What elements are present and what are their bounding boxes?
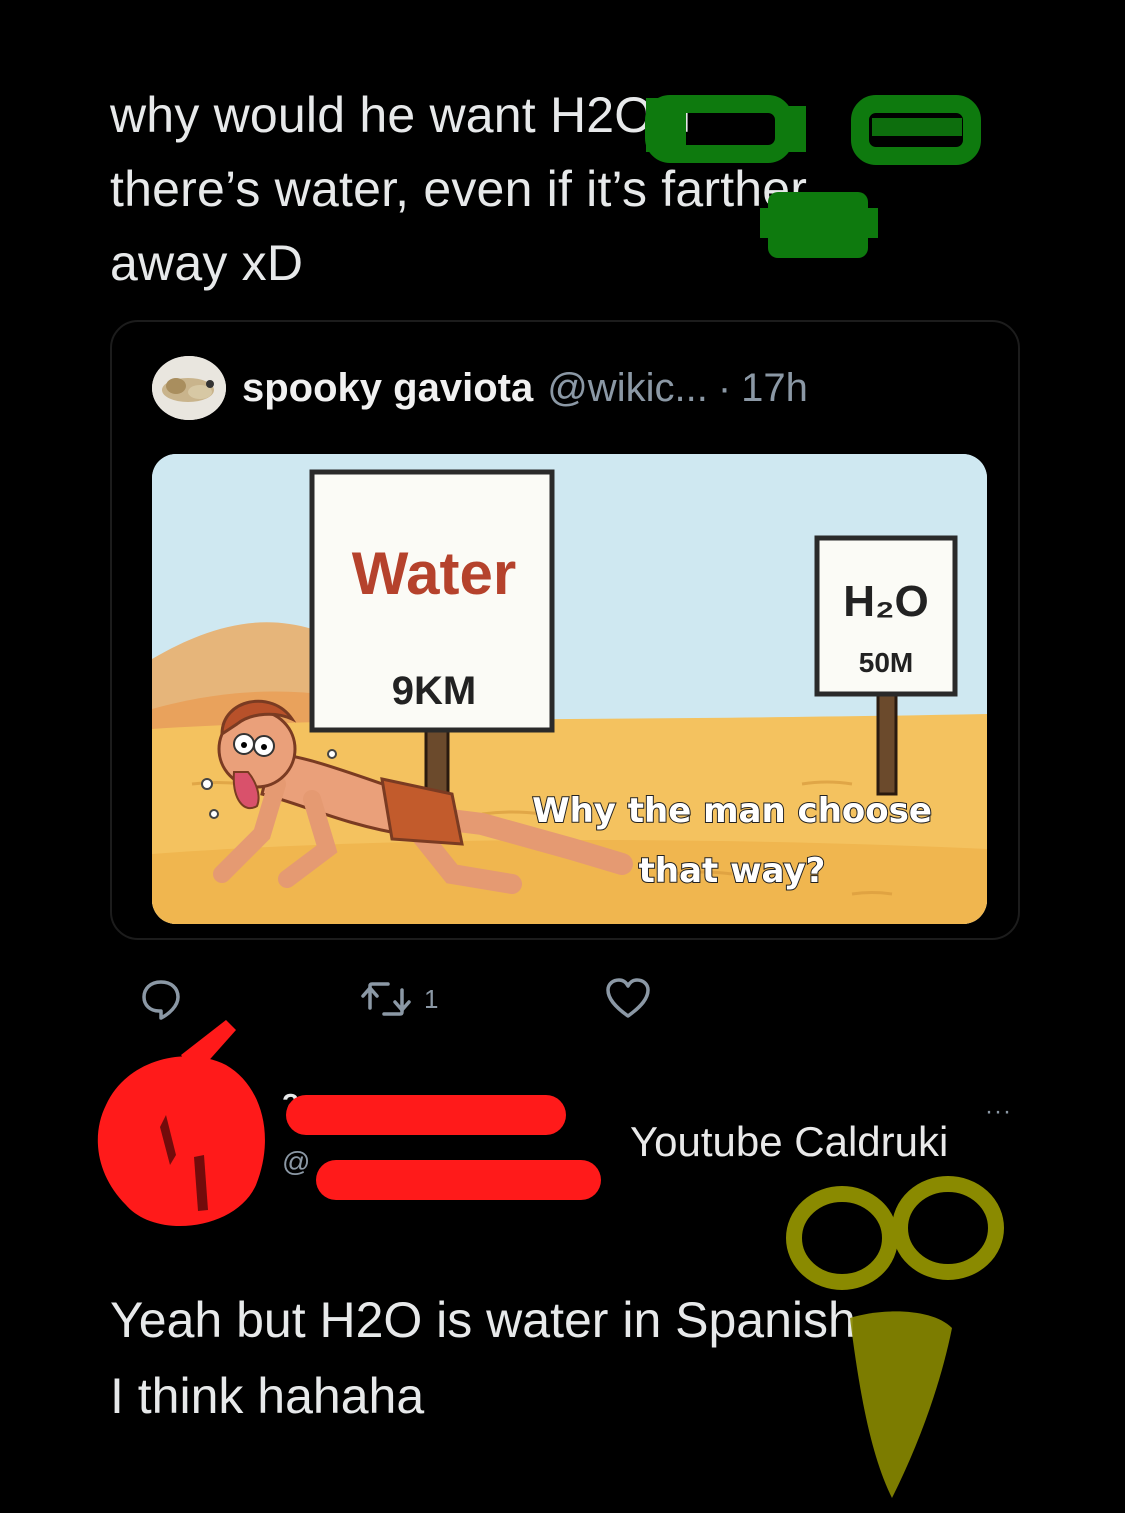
- separator-dot: ·: [717, 365, 732, 410]
- retweet-icon: [361, 982, 411, 1016]
- retweet-count: 1: [424, 983, 439, 1014]
- quoted-tweet-header: spooky gaviota @wikic... · 17h: [152, 356, 808, 420]
- meme-caption-line-1: Why the man choose: [532, 791, 932, 831]
- author-name[interactable]: spooky gaviota: [242, 366, 533, 411]
- reply-author-name[interactable]: ?: [282, 1088, 299, 1120]
- reply-author-handle[interactable]: @: [282, 1146, 310, 1178]
- author-avatar[interactable]: [152, 356, 226, 420]
- retweet-button[interactable]: 1: [360, 976, 438, 1022]
- tweet-text-line-2: there’s water, even if it’s farther: [110, 161, 808, 217]
- post-time: 17h: [741, 365, 808, 410]
- tweet-actions-bar: 1: [0, 970, 1125, 1030]
- quoted-tweet-card[interactable]: spooky gaviota @wikic... · 17h Water 9KM: [110, 320, 1020, 940]
- reply-author[interactable]: ? @: [282, 1088, 612, 1198]
- like-button[interactable]: [604, 976, 652, 1022]
- heart-icon: [606, 978, 650, 1018]
- reply-button[interactable]: [138, 976, 184, 1022]
- more-options-icon[interactable]: ···: [985, 1098, 1012, 1126]
- reply-icon: [142, 980, 180, 1020]
- reply-text-line-1: Yeah but H2O is water in Spanish: [110, 1292, 856, 1348]
- meme-caption-line-2: that way?: [639, 851, 826, 891]
- sign-right-title: H₂O: [843, 577, 929, 626]
- sign-left-distance: 9KM: [392, 669, 476, 713]
- sign-right-distance: 50M: [859, 647, 913, 678]
- tweet-text: why would he want H2O if there’s water, …: [110, 78, 990, 300]
- meme-image[interactable]: Water 9KM H₂O 50M Why the man choose tha…: [152, 454, 987, 924]
- watermark-text: Youtube Caldruki: [630, 1118, 949, 1165]
- sign-left-title: Water: [352, 540, 516, 607]
- author-handle[interactable]: @wikic...: [547, 366, 708, 411]
- reply-text: Yeah but H2O is water in Spanish I think…: [110, 1282, 1030, 1434]
- tweet-text-line-1: why would he want H2O if: [110, 87, 693, 143]
- tweet-text-line-3: away xD: [110, 235, 304, 291]
- reply-text-line-2: I think hahaha: [110, 1368, 425, 1424]
